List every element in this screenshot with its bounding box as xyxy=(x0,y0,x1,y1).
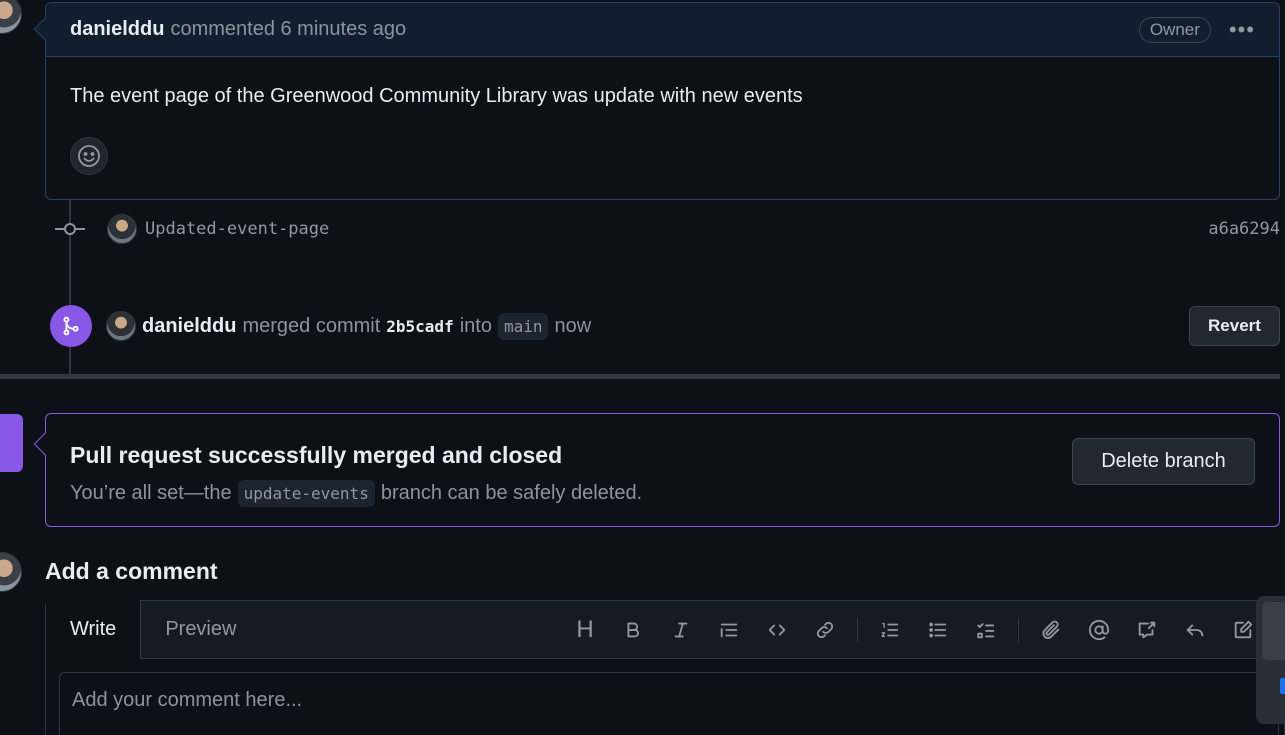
merged-box-pointer xyxy=(33,432,57,456)
base-branch-pill[interactable]: main xyxy=(497,312,549,340)
add-reaction-button[interactable] xyxy=(70,137,108,175)
quote-icon[interactable] xyxy=(705,601,753,659)
merge-action: merged commit xyxy=(242,314,381,337)
current-user-avatar[interactable] xyxy=(0,552,22,592)
kebab-menu-icon[interactable]: ••• xyxy=(1229,17,1255,43)
task-list-icon[interactable] xyxy=(962,601,1010,659)
commit-icon xyxy=(55,222,85,236)
merger-avatar[interactable] xyxy=(106,311,136,341)
ordered-list-icon[interactable] xyxy=(866,601,914,659)
toolbar-separator xyxy=(1018,618,1019,642)
merged-sub-prefix: You’re all set—the xyxy=(70,482,232,504)
markdown-toolbar: H xyxy=(561,601,1267,659)
widget-indicator-icon xyxy=(1280,678,1285,694)
merged-title: Pull request successfully merged and clo… xyxy=(70,442,563,468)
git-merge-icon xyxy=(50,305,92,347)
unordered-list-icon[interactable] xyxy=(914,601,962,659)
comment-header: danielddu commented 6 minutes ago Owner … xyxy=(46,3,1279,57)
tab-write[interactable]: Write xyxy=(46,600,142,659)
commit-sha[interactable]: a6a6294 xyxy=(1208,219,1280,239)
merged-status-icon xyxy=(0,414,23,472)
comment-author[interactable]: danielddu xyxy=(70,18,164,41)
smiley-icon xyxy=(78,145,100,167)
merge-time[interactable]: now xyxy=(554,315,591,338)
commenter-avatar[interactable] xyxy=(0,0,22,34)
commit-row: Updated-event-page a6a6294 xyxy=(55,212,1280,246)
merge-into-label: into xyxy=(459,314,492,337)
cross-reference-icon[interactable] xyxy=(1123,601,1171,659)
merged-subtitle: You’re all set—the update-events branch … xyxy=(70,480,642,507)
toolbar-separator xyxy=(857,618,858,642)
head-branch-pill[interactable]: update-events xyxy=(237,480,375,507)
merge-author[interactable]: danielddu xyxy=(142,315,236,338)
floating-extension-widget[interactable] xyxy=(1256,596,1285,724)
revert-button[interactable]: Revert xyxy=(1189,306,1280,346)
comment-body: The event page of the Greenwood Communit… xyxy=(70,85,803,107)
comment-textarea[interactable] xyxy=(59,672,1279,735)
merge-event-row: danielddu merged commit 2b5cadf into mai… xyxy=(50,304,1280,348)
comment-timestamp[interactable]: commented 6 minutes ago xyxy=(170,18,406,41)
heading-icon[interactable]: H xyxy=(561,601,609,659)
timeline-divider xyxy=(0,374,1280,379)
owner-badge: Owner xyxy=(1138,16,1211,43)
reply-icon[interactable] xyxy=(1171,601,1219,659)
comment-box: danielddu commented 6 minutes ago Owner … xyxy=(33,2,1280,200)
code-icon[interactable] xyxy=(753,601,801,659)
merge-commit-sha[interactable]: 2b5cadf xyxy=(386,317,453,336)
commit-message[interactable]: Updated-event-page xyxy=(145,219,329,239)
add-comment-title: Add a comment xyxy=(45,558,218,584)
attachment-icon[interactable] xyxy=(1027,601,1075,659)
comment-editor: Write Preview H xyxy=(45,600,1285,735)
merge-event-text: danielddu merged commit 2b5cadf into mai… xyxy=(142,312,591,340)
merged-status-box: Pull request successfully merged and clo… xyxy=(33,413,1280,527)
merged-sub-suffix: branch can be safely deleted. xyxy=(380,482,643,504)
commit-author-avatar[interactable] xyxy=(107,214,137,244)
link-icon[interactable] xyxy=(801,601,849,659)
tab-preview[interactable]: Preview xyxy=(141,600,260,658)
bold-icon[interactable] xyxy=(609,601,657,659)
italic-icon[interactable] xyxy=(657,601,705,659)
widget-button[interactable] xyxy=(1262,602,1285,660)
mention-icon[interactable] xyxy=(1075,601,1123,659)
delete-branch-button[interactable]: Delete branch xyxy=(1072,438,1255,485)
editor-header: Write Preview H xyxy=(46,600,1284,659)
